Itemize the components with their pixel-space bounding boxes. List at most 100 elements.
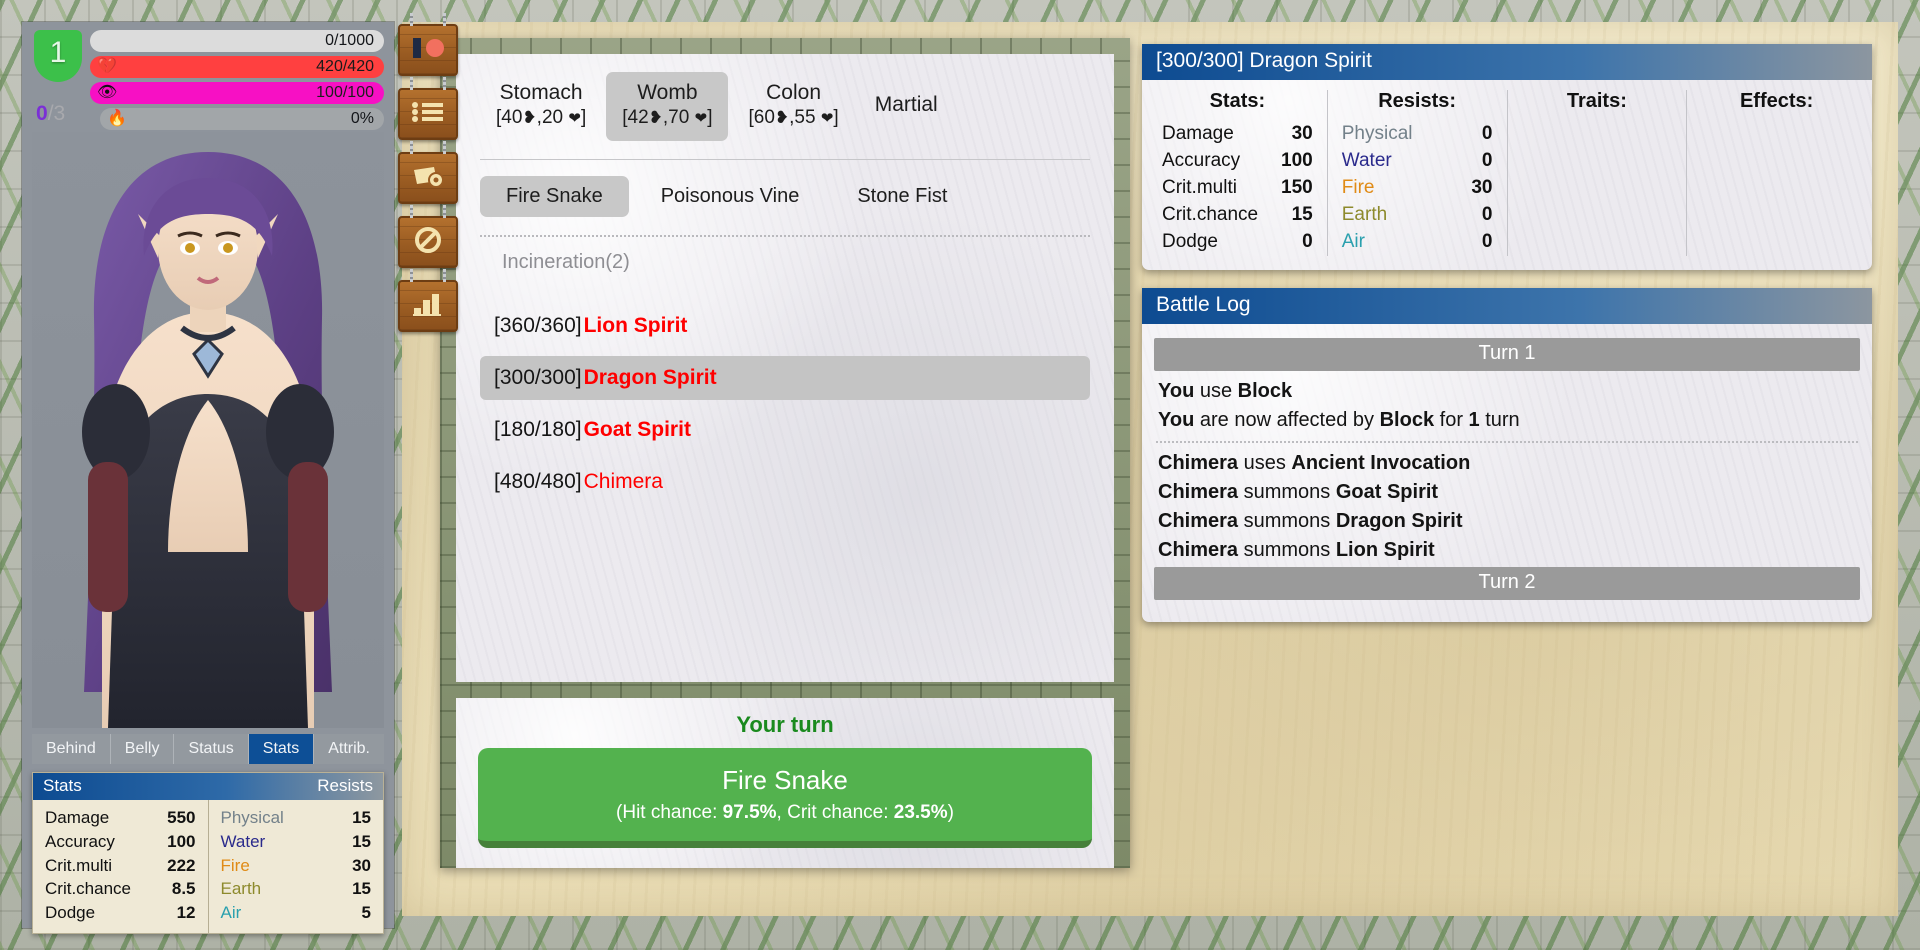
sidebar-sign-inventory[interactable] — [398, 88, 458, 140]
stat-row: Accuracy 100 — [45, 830, 196, 854]
enemy-resist-value: 30 — [1471, 175, 1492, 202]
enemy-resist-row: Air0 — [1342, 229, 1493, 256]
character-tab-attrib[interactable]: Attrib. — [314, 734, 384, 764]
character-tab-behind[interactable]: Behind — [32, 734, 111, 764]
action-button-subtitle: (Hit chance: 97.5%, Crit chance: 23.5%) — [616, 802, 954, 824]
experience-value: 0/1000 — [325, 32, 374, 50]
body-part-tab-colon[interactable]: Colon [60❥,55 ❤] — [732, 72, 854, 141]
enemy-resists-column: Resists: Physical0 Water0 Fire30 Earth0 … — [1328, 90, 1508, 256]
enemy-name: Dragon Spirit — [584, 366, 717, 390]
battle-log-line: Chimera summons Lion Spirit — [1154, 536, 1860, 565]
capacity-prefix: [42 — [622, 107, 648, 128]
stat-row: Crit.multi222 — [45, 854, 196, 878]
capacity-prefix: [40 — [496, 107, 522, 128]
stat-value: 550 — [167, 806, 195, 830]
enemy-stat-value: 150 — [1281, 175, 1313, 202]
character-tab-belly[interactable]: Belly — [111, 734, 175, 764]
enemy-target-lion-spirit[interactable]: [360/360]Lion Spirit — [480, 304, 1090, 348]
body-part-values: [60❥,55 ❤] — [748, 106, 838, 131]
body-part-tab-bar[interactable]: Stomach [40❥,20 ❤] Womb [42❥,70 ❤] Colon… — [480, 72, 1090, 141]
heat-bar: 🔥 0% — [100, 108, 384, 130]
skill-tab-poisonous-vine[interactable]: Poisonous Vine — [635, 176, 826, 217]
stat-row: Crit.chance8.5 — [45, 877, 196, 901]
resist-row: Water15 — [221, 830, 372, 854]
stat-value: 100 — [167, 830, 195, 854]
enemy-effects-header: Effects: — [1701, 90, 1852, 113]
hit-chance-prefix: (Hit chance: — [616, 802, 723, 823]
heat-value: 0% — [351, 110, 374, 128]
enemy-stat-label: Dodge — [1162, 229, 1218, 256]
resist-label: Earth — [221, 877, 262, 901]
player-stats-header-label: Stats — [43, 776, 82, 796]
body-part-values: [40❥,20 ❤] — [496, 106, 586, 131]
capacity-mid: ,70 — [663, 107, 695, 128]
broken-heart-icon: 💔 — [97, 59, 117, 75]
enemy-stats-header: Stats: — [1162, 90, 1313, 113]
enemy-resist-value: 0 — [1482, 148, 1493, 175]
resist-value: 30 — [352, 854, 371, 878]
resist-label: Fire — [221, 854, 250, 878]
capacity-suffix: ] — [833, 107, 838, 128]
capacity-suffix: ] — [581, 107, 586, 128]
scroll-icon — [411, 164, 445, 193]
enemy-target-list[interactable]: [360/360]Lion Spirit [300/300]Dragon Spi… — [480, 304, 1090, 504]
sidebar-sign-pause[interactable] — [398, 24, 458, 76]
enemy-resist-label: Water — [1342, 148, 1392, 175]
enemy-traits-column: Traits: — [1508, 90, 1688, 256]
enemy-resist-row: Physical0 — [1342, 121, 1493, 148]
battle-log-entries[interactable]: Turn 1You use BlockYou are now affected … — [1142, 324, 1872, 622]
resist-value: 15 — [352, 806, 371, 830]
enemy-target-goat-spirit[interactable]: [180/180]Goat Spirit — [480, 408, 1090, 452]
subtitle-suffix: ) — [948, 802, 954, 823]
body-part-name: Martial — [875, 92, 938, 118]
health-value: 420/420 — [316, 58, 374, 76]
crit-chance-value: 23.5% — [894, 802, 948, 823]
experience-bar: 0/1000 — [90, 30, 384, 52]
skill-tab-stone-fist[interactable]: Stone Fist — [831, 176, 973, 217]
battle-log-line: Chimera summons Goat Spirit — [1154, 478, 1860, 507]
confirm-action-button[interactable]: Fire Snake (Hit chance: 97.5%, Crit chan… — [478, 748, 1092, 848]
enemy-target-dragon-spirit[interactable]: [300/300]Dragon Spirit — [480, 356, 1090, 400]
character-panel: 1 0/1000 💔 420/420 👁 100/100 🔥 0% 0/3 — [22, 22, 394, 928]
character-tab-status[interactable]: Status — [174, 734, 248, 764]
sidebar-sign-quests[interactable] — [398, 152, 458, 204]
enemy-resist-value: 0 — [1482, 202, 1493, 229]
player-stats-card: Stats Resists Damage550 Accuracy100 Crit… — [32, 772, 384, 934]
resist-label: Air — [221, 901, 242, 925]
character-tab-bar[interactable]: Behind Belly Status Stats Attrib. — [32, 734, 384, 764]
resist-label: Water — [221, 830, 266, 854]
character-portrait — [32, 132, 384, 728]
droplet-icon: ❥ — [649, 108, 663, 127]
enemy-resist-row: Fire30 — [1342, 175, 1493, 202]
enemy-resist-label: Physical — [1342, 121, 1413, 148]
sidebar-sign-buttons[interactable] — [398, 24, 462, 332]
body-part-tab-stomach[interactable]: Stomach [40❥,20 ❤] — [480, 72, 602, 141]
cup-icon: ❤ — [821, 110, 834, 127]
skill-tab-fire-snake[interactable]: Fire Snake — [480, 176, 629, 217]
player-resists-header-label: Resists — [317, 776, 373, 796]
sidebar-sign-forbidden[interactable] — [398, 216, 458, 268]
divider-under-body-tabs — [480, 159, 1090, 160]
character-tab-stats[interactable]: Stats — [249, 734, 314, 764]
sidebar-sign-stats[interactable] — [398, 280, 458, 332]
skill-tab-bar[interactable]: Fire Snake Poisonous Vine Stone Fist — [480, 176, 1090, 217]
action-button-title: Fire Snake — [722, 765, 848, 796]
body-part-values: [42❥,70 ❤] — [622, 106, 712, 131]
resist-row: Earth15 — [221, 877, 372, 901]
health-bar: 💔 420/420 — [90, 56, 384, 78]
stat-value: 12 — [177, 901, 196, 925]
battle-log-turn-header: Turn 2 — [1154, 567, 1860, 600]
body-part-tab-womb[interactable]: Womb [42❥,70 ❤] — [606, 72, 728, 141]
enemy-name: Lion Spirit — [584, 314, 688, 338]
body-part-tab-martial[interactable]: Martial — [859, 72, 954, 141]
body-part-name: Stomach — [496, 80, 586, 106]
enemy-target-chimera[interactable]: [480/480]Chimera — [480, 460, 1090, 504]
player-stats-card-header: Stats Resists — [33, 773, 383, 800]
enemy-stat-label: Damage — [1162, 121, 1234, 148]
stat-label: Accuracy — [45, 830, 115, 854]
body-part-name: Womb — [622, 80, 712, 106]
enemy-hp: [180/180] — [494, 418, 582, 442]
enemy-resist-label: Earth — [1342, 202, 1387, 229]
stat-label: Crit.multi — [45, 854, 112, 878]
enemy-resists-header: Resists: — [1342, 90, 1493, 113]
